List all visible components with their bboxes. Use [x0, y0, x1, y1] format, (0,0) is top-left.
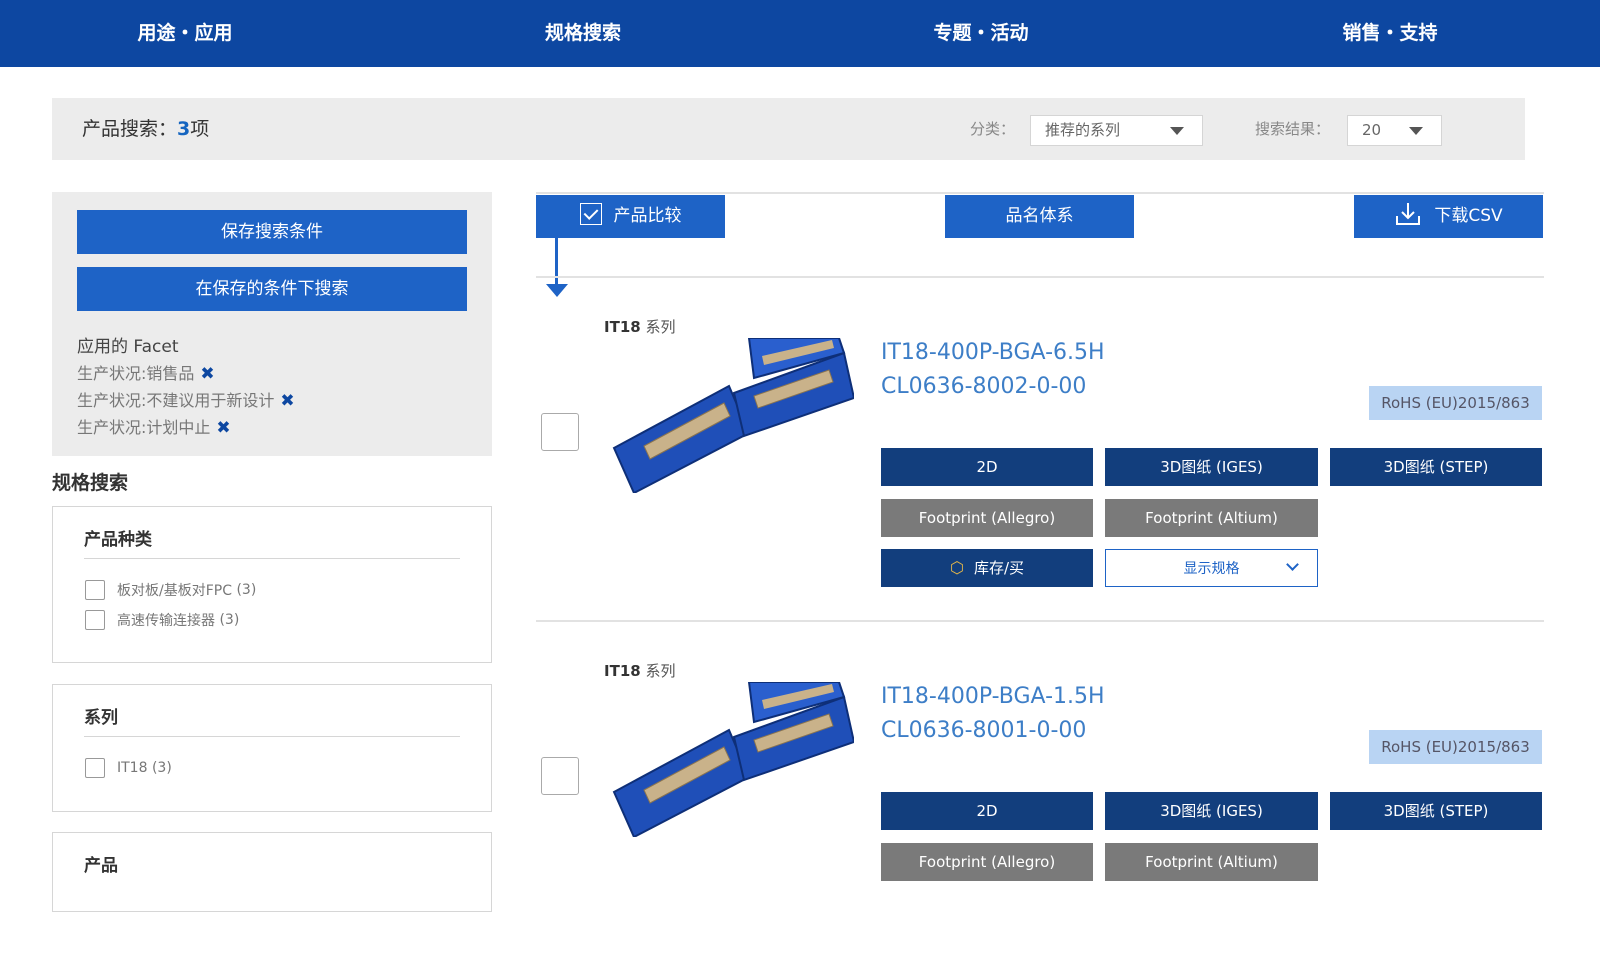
naming-system-button[interactable]: 品名体系	[945, 195, 1134, 238]
filter-option-count: (3)	[236, 582, 257, 598]
result-count: 3	[177, 118, 191, 140]
results-per-page-value: 20	[1362, 121, 1382, 139]
rohs-badge: RoHS (EU)2015/863	[1369, 730, 1542, 764]
footprint-allegro-button[interactable]: Footprint (Allegro)	[881, 843, 1093, 881]
series-suffix: 系列	[640, 662, 676, 680]
filter-panel-title: 产品	[84, 856, 118, 876]
filter-option-count: (3)	[219, 612, 240, 628]
download-icon	[1396, 203, 1421, 225]
applied-facets-title: 应用的 Facet	[77, 337, 179, 357]
filter-panel-title: 产品种类	[84, 530, 152, 550]
remove-facet-icon[interactable]: ✖	[280, 391, 294, 411]
footprint-allegro-button[interactable]: Footprint (Allegro)	[881, 499, 1093, 537]
divider	[84, 736, 460, 737]
search-results-bar: 产品搜索：3项 分类： 推荐的系列 搜索结果： 20	[52, 98, 1525, 160]
search-result-title: 产品搜索：3项	[82, 98, 209, 160]
search-saved-conditions-button[interactable]: 在保存的条件下搜索	[77, 267, 467, 311]
filter-panel-series: 系列 IT18 (3)	[52, 684, 492, 812]
checkbox-icon	[579, 203, 602, 225]
applied-facet-label: 生产状况:销售品	[77, 364, 195, 383]
chevron-down-icon	[1170, 127, 1184, 135]
filter-option[interactable]: 高速传输连接器 (3)	[85, 610, 239, 630]
download-3d-step-button[interactable]: 3D图纸 (STEP)	[1330, 792, 1542, 830]
footprint-altium-button[interactable]: Footprint (Altium)	[1105, 843, 1318, 881]
applied-facet-item: 生产状况:销售品 ✖	[77, 360, 215, 384]
product-card: IT18 系列 IT18-400P-BGA-1.5H CL0636-8001-0…	[536, 642, 1544, 972]
filter-option-label: IT18	[117, 760, 148, 776]
compare-products-label: 产品比较	[613, 206, 682, 226]
filter-panel-product: 产品	[52, 832, 492, 912]
spec-search-heading: 规格搜索	[52, 472, 129, 494]
remove-facet-icon[interactable]: ✖	[216, 418, 230, 438]
series-name: IT18	[604, 318, 641, 336]
show-specs-dropdown[interactable]: 显示规格	[1105, 549, 1318, 587]
filter-option-count: (3)	[151, 760, 172, 776]
product-series: IT18 系列	[604, 316, 675, 337]
series-suffix: 系列	[640, 318, 676, 336]
checkbox[interactable]	[85, 758, 105, 778]
top-navigation: 用途・应用 规格搜索 专题・活动 销售・支持	[0, 0, 1600, 67]
filter-option-label: 板对板/基板对FPC	[117, 583, 232, 599]
filter-panel-product-type: 产品种类 板对板/基板对FPC (3) 高速传输连接器 (3)	[52, 506, 492, 663]
save-search-button[interactable]: 保存搜索条件	[77, 210, 467, 254]
product-image	[612, 682, 854, 837]
download-csv-label: 下载CSV	[1434, 206, 1503, 226]
nav-item-applications[interactable]: 用途・应用	[55, 0, 315, 67]
divider	[536, 620, 1544, 622]
nav-item-topics-events[interactable]: 专题・活动	[851, 0, 1111, 67]
product-code-link[interactable]: CL0636-8002-0-00	[881, 374, 1086, 399]
filter-option[interactable]: IT18 (3)	[85, 758, 172, 778]
nav-item-spec-search[interactable]: 规格搜索	[453, 0, 713, 67]
download-2d-button[interactable]: 2D	[881, 792, 1093, 830]
remove-facet-icon[interactable]: ✖	[200, 364, 214, 384]
product-code-link[interactable]: CL0636-8001-0-00	[881, 718, 1086, 743]
applied-facet-label: 生产状况:计划中止	[77, 418, 211, 437]
filter-panel-title: 系列	[84, 708, 118, 728]
chevron-down-icon	[1409, 127, 1423, 135]
product-series: IT18 系列	[604, 660, 675, 681]
product-card: IT18 系列 IT18-400P-BGA-6.5H CL0636-8002-0…	[536, 298, 1544, 628]
checkbox[interactable]	[85, 580, 105, 600]
search-title-prefix: 产品搜索：	[82, 118, 178, 140]
filter-option-label: 高速传输连接器	[117, 613, 215, 629]
stock-buy-button[interactable]: ⬡ 库存/买	[881, 549, 1093, 587]
applied-facet-item: 生产状况:计划中止 ✖	[77, 414, 231, 438]
footprint-altium-button[interactable]: Footprint (Altium)	[1105, 499, 1318, 537]
chevron-down-icon	[1286, 558, 1299, 571]
checkbox[interactable]	[85, 610, 105, 630]
series-name: IT18	[604, 662, 641, 680]
download-csv-button[interactable]: 下载CSV	[1354, 195, 1543, 238]
divider	[536, 192, 1544, 194]
category-label: 分类：	[970, 120, 1016, 138]
download-3d-iges-button[interactable]: 3D图纸 (IGES)	[1105, 792, 1318, 830]
download-3d-iges-button[interactable]: 3D图纸 (IGES)	[1105, 448, 1318, 486]
product-image	[612, 338, 854, 493]
arrow-down-icon	[555, 238, 558, 286]
product-name-link[interactable]: IT18-400P-BGA-1.5H	[881, 684, 1105, 709]
category-select[interactable]: 推荐的系列	[1030, 115, 1203, 146]
product-select-checkbox[interactable]	[541, 413, 579, 451]
category-select-value: 推荐的系列	[1045, 121, 1121, 139]
applied-facet-item: 生产状况:不建议用于新设计 ✖	[77, 387, 295, 411]
product-select-checkbox[interactable]	[541, 757, 579, 795]
package-icon: ⬡	[949, 558, 964, 577]
results-per-page-label: 搜索结果：	[1255, 120, 1331, 138]
download-2d-button[interactable]: 2D	[881, 448, 1093, 486]
divider	[84, 558, 460, 559]
product-name-link[interactable]: IT18-400P-BGA-6.5H	[881, 340, 1105, 365]
rohs-badge: RoHS (EU)2015/863	[1369, 386, 1542, 420]
filter-option[interactable]: 板对板/基板对FPC (3)	[85, 580, 256, 600]
results-per-page-select[interactable]: 20	[1347, 115, 1442, 146]
nav-item-sales-support[interactable]: 销售・支持	[1260, 0, 1520, 67]
compare-products-button[interactable]: 产品比较	[536, 195, 725, 238]
download-3d-step-button[interactable]: 3D图纸 (STEP)	[1330, 448, 1542, 486]
applied-facets-panel: 保存搜索条件 在保存的条件下搜索 应用的 Facet 生产状况:销售品 ✖ 生产状…	[52, 192, 492, 456]
result-count-suffix: 项	[190, 118, 210, 140]
arrow-down-icon	[546, 284, 568, 297]
divider	[536, 276, 1544, 278]
stock-buy-label: 库存/买	[973, 559, 1025, 577]
applied-facet-label: 生产状况:不建议用于新设计	[77, 391, 275, 410]
show-specs-label: 显示规格	[1183, 561, 1240, 577]
